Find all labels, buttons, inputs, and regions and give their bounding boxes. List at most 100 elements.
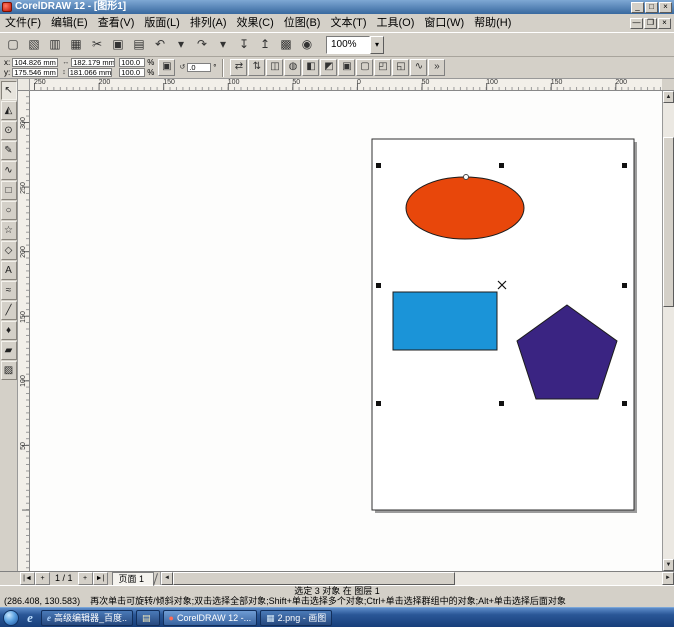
menu-item-effects[interactable]: 效果(C) [232,14,279,32]
trim-button[interactable]: ◧ [302,59,319,76]
menu-item-view[interactable]: 查看(V) [93,14,140,32]
selection-handle[interactable] [376,401,381,406]
canvas[interactable] [30,91,662,571]
rectangle-shape[interactable] [393,292,497,350]
outline-tool[interactable]: ♦ [1,321,17,340]
zoom-combo[interactable]: 100% ▾ [326,36,384,54]
taskbar-button-coreldraw[interactable]: ● CorelDRAW 12 -... [163,610,258,626]
vertical-scrollbar[interactable]: ▲ ▼ [662,91,674,571]
scroll-down-icon[interactable]: ▼ [663,559,674,571]
rotation-angle-field[interactable]: .0 [187,63,211,72]
polygon-tool[interactable]: ☆ [1,221,17,240]
text-tool[interactable]: A [1,261,17,280]
scale-lock-button[interactable]: ▣ [158,59,175,76]
paste-button[interactable]: ▤ [129,35,149,55]
intersect-button[interactable]: ◩ [320,59,337,76]
selection-handle[interactable] [376,283,381,288]
new-button[interactable]: ▢ [3,35,23,55]
add-page-after-button[interactable]: + [78,572,93,585]
zoom-tool[interactable]: ⊙ [1,121,17,140]
document-minimize-button[interactable]: — [630,18,643,29]
mirror-horizontal-button[interactable]: ⇄ [230,59,247,76]
selection-handle[interactable] [499,163,504,168]
convert-to-curves-button[interactable]: ∿ [410,59,427,76]
vertical-scroll-thumb[interactable] [663,137,674,307]
menu-item-layout[interactable]: 版面(L) [139,14,184,32]
scroll-up-icon[interactable]: ▲ [663,91,674,103]
ruler-origin-corner[interactable] [18,79,30,91]
last-page-button[interactable]: ►| [93,572,108,585]
zoom-level-value[interactable]: 100% [326,36,370,54]
open-button[interactable]: ▧ [24,35,44,55]
ungroup-button[interactable]: ▢ [356,59,373,76]
menu-item-file[interactable]: 文件(F) [0,14,46,32]
menu-item-text[interactable]: 文本(T) [325,14,371,32]
menu-item-window[interactable]: 窗口(W) [419,14,469,32]
weld-button[interactable]: ◍ [284,59,301,76]
horizontal-ruler[interactable]: 250 200 150 100 50 0 50 100 [30,79,662,91]
basic-shapes-tool[interactable]: ◇ [1,241,17,260]
interactive-blend-tool[interactable]: ≈ [1,281,17,300]
export-button[interactable]: ↥ [255,35,275,55]
internet-explorer-icon[interactable]: e [23,610,37,626]
eyedropper-tool[interactable]: ╱ [1,301,17,320]
undo-button[interactable]: ↶ [150,35,170,55]
pick-tool[interactable]: ↖ [1,81,17,100]
menu-item-tools[interactable]: 工具(O) [372,14,420,32]
import-button[interactable]: ↧ [234,35,254,55]
fill-tool[interactable]: ▰ [1,341,17,360]
scroll-left-icon[interactable]: ◄ [161,572,173,585]
ellipse-shape[interactable] [406,177,524,239]
horizontal-scroll-thumb[interactable] [173,572,455,585]
copy-button[interactable]: ▣ [108,35,128,55]
selection-handle[interactable] [499,401,504,406]
interactive-fill-tool[interactable]: ▨ [1,361,17,380]
rectangle-tool[interactable]: □ [1,181,17,200]
maximize-button[interactable]: □ [645,2,658,13]
object-y-field[interactable]: 175.546 mm [12,68,58,77]
scroll-right-icon[interactable]: ► [662,572,674,585]
taskbar-button-paint[interactable]: ▦ 2.png - 画图 [260,610,332,626]
corel-online-button[interactable]: ◉ [297,35,317,55]
shape-tool[interactable]: ◭ [1,101,17,120]
scale-horizontal-field[interactable]: 100.0 [119,58,145,67]
ellipse-tool[interactable]: ○ [1,201,17,220]
selection-handle[interactable] [622,163,627,168]
horizontal-scrollbar[interactable]: ◄ ► [160,572,674,585]
vertical-scroll-track[interactable] [663,103,674,559]
ellipse-top-node[interactable] [464,175,469,180]
menu-item-bitmaps[interactable]: 位图(B) [279,14,326,32]
to-back-button[interactable]: ◱ [392,59,409,76]
menu-item-edit[interactable]: 编辑(E) [46,14,93,32]
group-button[interactable]: ▣ [338,59,355,76]
redo-button[interactable]: ↷ [192,35,212,55]
save-button[interactable]: ▥ [45,35,65,55]
selection-handle[interactable] [376,163,381,168]
object-width-field[interactable]: 182.179 mm [71,58,115,67]
page-tab[interactable]: 页面 1 [112,572,155,585]
taskbar-button-browser[interactable]: e 高级编辑器_百度.. [41,610,133,626]
close-button[interactable]: × [659,2,672,13]
add-page-before-button[interactable]: + [35,572,50,585]
object-height-field[interactable]: 181.066 mm [68,68,112,77]
selection-handle[interactable] [622,283,627,288]
menu-item-help[interactable]: 帮助(H) [469,14,516,32]
minimize-button[interactable]: _ [631,2,644,13]
start-button[interactable] [3,610,19,626]
object-x-field[interactable]: 104.826 mm [12,58,58,67]
undo-dropdown[interactable]: ▾ [171,35,191,55]
menu-item-arrange[interactable]: 排列(A) [185,14,232,32]
document-close-button[interactable]: × [658,18,671,29]
selection-handle[interactable] [622,401,627,406]
cut-button[interactable]: ✂ [87,35,107,55]
to-front-button[interactable]: ◰ [374,59,391,76]
vertical-ruler[interactable]: 300 250 200 150 100 50 [18,91,30,571]
freehand-tool[interactable]: ✎ [1,141,17,160]
smart-drawing-tool[interactable]: ∿ [1,161,17,180]
print-button[interactable]: ▦ [66,35,86,55]
combine-button[interactable]: ◫ [266,59,283,76]
scale-vertical-field[interactable]: 100.0 [119,68,145,77]
taskbar-button-notepad[interactable]: ▤ [136,610,160,626]
document-restore-button[interactable]: ❐ [644,18,657,29]
zoom-dropdown-icon[interactable]: ▾ [370,36,384,54]
